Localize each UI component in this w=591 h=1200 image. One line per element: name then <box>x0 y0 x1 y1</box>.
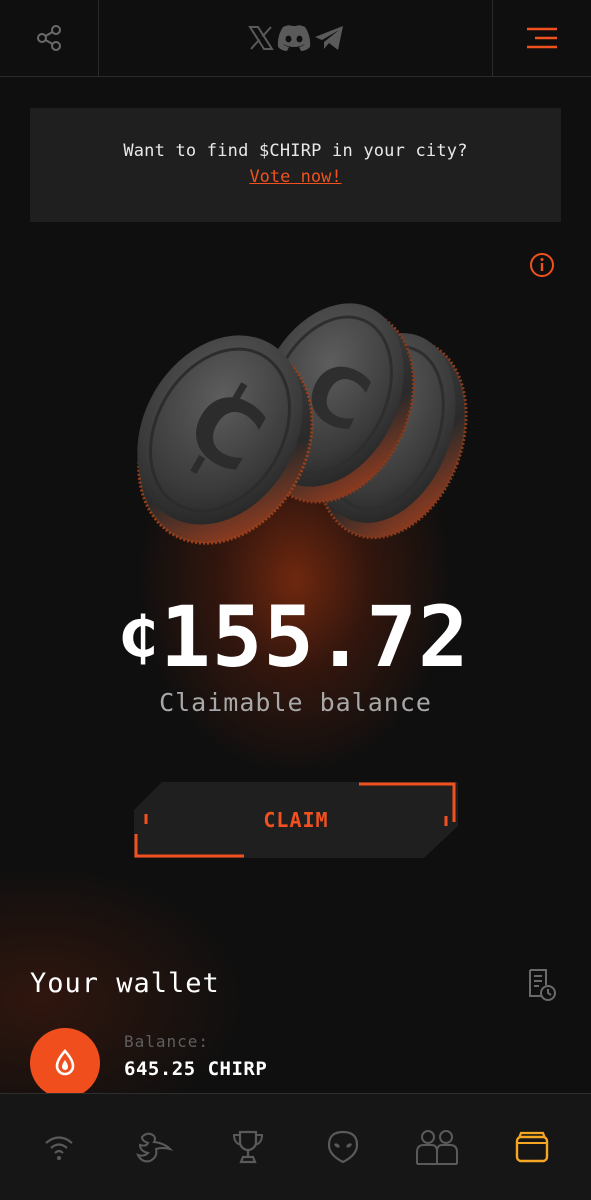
balance-amount: 155.72 <box>160 588 470 686</box>
top-bar <box>0 0 591 77</box>
history-icon[interactable] <box>527 968 557 1002</box>
x-icon[interactable] <box>247 24 275 52</box>
nav-alien-icon[interactable] <box>308 1117 378 1177</box>
currency-symbol: ₵ <box>121 605 157 670</box>
claimable-balance-amount: ₵155.72 <box>0 588 591 686</box>
claim-button[interactable]: CLAIM <box>134 782 458 858</box>
nav-bird-icon[interactable] <box>119 1117 189 1177</box>
claimable-balance-label: Claimable balance <box>159 688 432 717</box>
wallet-title: Your wallet <box>30 968 220 999</box>
wallet-balance-value: 645.25 CHIRP <box>124 1058 268 1080</box>
banner-text: Want to find $CHIRP in your city? <box>123 141 468 161</box>
nav-wifi-icon[interactable] <box>24 1117 94 1177</box>
info-icon[interactable] <box>529 252 555 278</box>
city-vote-banner: Want to find $CHIRP in your city? Vote n… <box>30 108 561 222</box>
nav-people-icon[interactable] <box>402 1117 472 1177</box>
share-icon[interactable] <box>34 23 64 53</box>
vote-now-link[interactable]: Vote now! <box>249 167 341 187</box>
chirp-token-avatar <box>30 1028 100 1098</box>
coins-illustration: C C <box>115 280 480 550</box>
social-links <box>99 0 492 76</box>
wallet-balance-label: Balance: <box>124 1032 210 1051</box>
flame-drop-icon <box>55 1049 75 1076</box>
nav-trophy-icon[interactable] <box>213 1117 283 1177</box>
share-cell <box>0 0 99 76</box>
claim-label: CLAIM <box>263 808 329 832</box>
nav-wallet-icon[interactable] <box>497 1117 567 1177</box>
telegram-icon[interactable] <box>313 24 345 52</box>
menu-cell <box>492 0 591 76</box>
bottom-nav <box>0 1093 591 1200</box>
discord-icon[interactable] <box>275 23 313 53</box>
hamburger-menu-icon[interactable] <box>525 26 559 50</box>
